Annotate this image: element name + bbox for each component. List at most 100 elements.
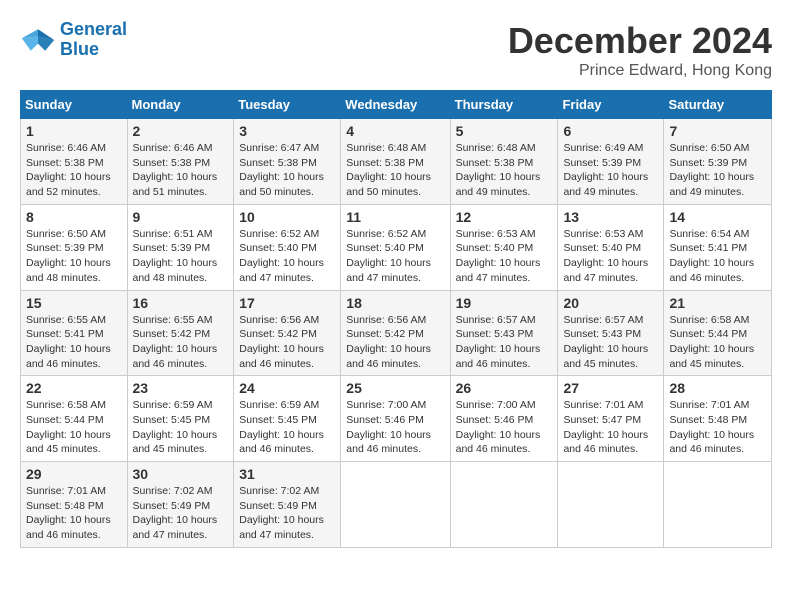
day-cell-22: 22 Sunrise: 6:58 AMSunset: 5:44 PMDaylig… [21,376,128,462]
day-number: 23 [133,380,229,396]
col-wednesday: Wednesday [341,91,450,119]
day-number: 30 [133,466,229,482]
day-info: Sunrise: 7:01 AMSunset: 5:48 PMDaylight:… [26,484,122,543]
day-number: 15 [26,295,122,311]
day-cell-16: 16 Sunrise: 6:55 AMSunset: 5:42 PMDaylig… [127,290,234,376]
day-cell-28: 28 Sunrise: 7:01 AMSunset: 5:48 PMDaylig… [664,376,772,462]
day-cell-17: 17 Sunrise: 6:56 AMSunset: 5:42 PMDaylig… [234,290,341,376]
empty-cell [450,462,558,548]
day-number: 3 [239,123,335,139]
calendar-table: Sunday Monday Tuesday Wednesday Thursday… [20,90,772,548]
day-number: 12 [456,209,553,225]
month-title: December 2024 [508,20,772,62]
day-number: 8 [26,209,122,225]
day-number: 26 [456,380,553,396]
day-number: 7 [669,123,766,139]
day-number: 16 [133,295,229,311]
day-info: Sunrise: 6:56 AMSunset: 5:42 PMDaylight:… [239,313,335,372]
day-number: 5 [456,123,553,139]
col-sunday: Sunday [21,91,128,119]
day-cell-18: 18 Sunrise: 6:56 AMSunset: 5:42 PMDaylig… [341,290,450,376]
day-number: 22 [26,380,122,396]
day-number: 14 [669,209,766,225]
day-info: Sunrise: 6:54 AMSunset: 5:41 PMDaylight:… [669,227,766,286]
day-number: 20 [563,295,658,311]
day-cell-31: 31 Sunrise: 7:02 AMSunset: 5:49 PMDaylig… [234,462,341,548]
page-header: General Blue December 2024 Prince Edward… [20,20,772,80]
day-number: 18 [346,295,444,311]
day-cell-20: 20 Sunrise: 6:57 AMSunset: 5:43 PMDaylig… [558,290,664,376]
day-cell-19: 19 Sunrise: 6:57 AMSunset: 5:43 PMDaylig… [450,290,558,376]
day-cell-4: 4 Sunrise: 6:48 AMSunset: 5:38 PMDayligh… [341,119,450,205]
day-info: Sunrise: 6:56 AMSunset: 5:42 PMDaylight:… [346,313,444,372]
empty-cell [558,462,664,548]
logo-line1: General [60,19,127,39]
calendar-row: 22 Sunrise: 6:58 AMSunset: 5:44 PMDaylig… [21,376,772,462]
col-thursday: Thursday [450,91,558,119]
day-cell-15: 15 Sunrise: 6:55 AMSunset: 5:41 PMDaylig… [21,290,128,376]
day-cell-25: 25 Sunrise: 7:00 AMSunset: 5:46 PMDaylig… [341,376,450,462]
day-cell-12: 12 Sunrise: 6:53 AMSunset: 5:40 PMDaylig… [450,204,558,290]
day-info: Sunrise: 6:47 AMSunset: 5:38 PMDaylight:… [239,141,335,200]
day-info: Sunrise: 6:59 AMSunset: 5:45 PMDaylight:… [133,398,229,457]
day-number: 9 [133,209,229,225]
day-number: 11 [346,209,444,225]
col-monday: Monday [127,91,234,119]
day-cell-29: 29 Sunrise: 7:01 AMSunset: 5:48 PMDaylig… [21,462,128,548]
day-cell-30: 30 Sunrise: 7:02 AMSunset: 5:49 PMDaylig… [127,462,234,548]
day-info: Sunrise: 6:55 AMSunset: 5:41 PMDaylight:… [26,313,122,372]
day-number: 24 [239,380,335,396]
day-info: Sunrise: 6:58 AMSunset: 5:44 PMDaylight:… [26,398,122,457]
calendar-row: 8 Sunrise: 6:50 AMSunset: 5:39 PMDayligh… [21,204,772,290]
day-cell-6: 6 Sunrise: 6:49 AMSunset: 5:39 PMDayligh… [558,119,664,205]
day-number: 25 [346,380,444,396]
day-cell-21: 21 Sunrise: 6:58 AMSunset: 5:44 PMDaylig… [664,290,772,376]
empty-cell [341,462,450,548]
day-number: 21 [669,295,766,311]
day-info: Sunrise: 6:48 AMSunset: 5:38 PMDaylight:… [346,141,444,200]
day-info: Sunrise: 6:55 AMSunset: 5:42 PMDaylight:… [133,313,229,372]
day-info: Sunrise: 7:00 AMSunset: 5:46 PMDaylight:… [346,398,444,457]
day-info: Sunrise: 6:48 AMSunset: 5:38 PMDaylight:… [456,141,553,200]
day-info: Sunrise: 6:46 AMSunset: 5:38 PMDaylight:… [133,141,229,200]
day-info: Sunrise: 6:51 AMSunset: 5:39 PMDaylight:… [133,227,229,286]
day-cell-2: 2 Sunrise: 6:46 AMSunset: 5:38 PMDayligh… [127,119,234,205]
day-number: 2 [133,123,229,139]
day-info: Sunrise: 7:02 AMSunset: 5:49 PMDaylight:… [133,484,229,543]
day-cell-5: 5 Sunrise: 6:48 AMSunset: 5:38 PMDayligh… [450,119,558,205]
day-cell-9: 9 Sunrise: 6:51 AMSunset: 5:39 PMDayligh… [127,204,234,290]
day-number: 31 [239,466,335,482]
day-info: Sunrise: 7:00 AMSunset: 5:46 PMDaylight:… [456,398,553,457]
day-cell-14: 14 Sunrise: 6:54 AMSunset: 5:41 PMDaylig… [664,204,772,290]
day-info: Sunrise: 6:52 AMSunset: 5:40 PMDaylight:… [239,227,335,286]
empty-cell [664,462,772,548]
day-cell-24: 24 Sunrise: 6:59 AMSunset: 5:45 PMDaylig… [234,376,341,462]
calendar-header-row: Sunday Monday Tuesday Wednesday Thursday… [21,91,772,119]
day-number: 6 [563,123,658,139]
col-tuesday: Tuesday [234,91,341,119]
day-info: Sunrise: 6:59 AMSunset: 5:45 PMDaylight:… [239,398,335,457]
day-cell-10: 10 Sunrise: 6:52 AMSunset: 5:40 PMDaylig… [234,204,341,290]
day-info: Sunrise: 7:02 AMSunset: 5:49 PMDaylight:… [239,484,335,543]
logo-line2: Blue [60,39,99,59]
col-saturday: Saturday [664,91,772,119]
col-friday: Friday [558,91,664,119]
logo-icon [20,22,56,58]
day-info: Sunrise: 7:01 AMSunset: 5:47 PMDaylight:… [563,398,658,457]
calendar-row: 1 Sunrise: 6:46 AMSunset: 5:38 PMDayligh… [21,119,772,205]
day-number: 4 [346,123,444,139]
day-number: 19 [456,295,553,311]
day-cell-23: 23 Sunrise: 6:59 AMSunset: 5:45 PMDaylig… [127,376,234,462]
day-number: 28 [669,380,766,396]
day-info: Sunrise: 6:50 AMSunset: 5:39 PMDaylight:… [669,141,766,200]
day-cell-13: 13 Sunrise: 6:53 AMSunset: 5:40 PMDaylig… [558,204,664,290]
day-info: Sunrise: 7:01 AMSunset: 5:48 PMDaylight:… [669,398,766,457]
day-info: Sunrise: 6:57 AMSunset: 5:43 PMDaylight:… [563,313,658,372]
day-number: 10 [239,209,335,225]
day-info: Sunrise: 6:57 AMSunset: 5:43 PMDaylight:… [456,313,553,372]
day-cell-1: 1 Sunrise: 6:46 AMSunset: 5:38 PMDayligh… [21,119,128,205]
day-number: 17 [239,295,335,311]
location: Prince Edward, Hong Kong [508,62,772,80]
day-number: 1 [26,123,122,139]
day-info: Sunrise: 6:52 AMSunset: 5:40 PMDaylight:… [346,227,444,286]
